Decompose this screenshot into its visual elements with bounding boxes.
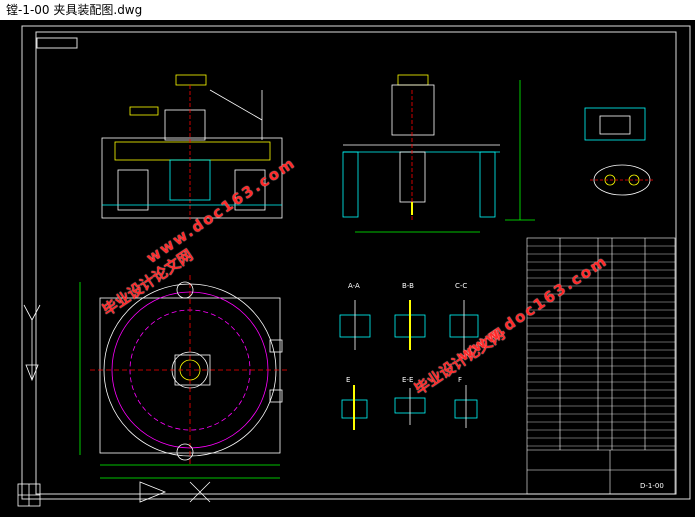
window-titlebar: 镗-1-00 夹具装配图.dwg <box>0 0 695 20</box>
section-label-e: E <box>346 376 350 384</box>
cad-drawing-canvas[interactable]: A-A B-B C-C E E-E F D-1-00 毕业设计论文网 www.d… <box>0 20 695 517</box>
section-label-f: F <box>458 376 462 384</box>
window-title: 镗-1-00 夹具装配图.dwg <box>6 3 143 17</box>
ucs-icon <box>17 304 211 507</box>
front-view <box>101 74 283 220</box>
side-view <box>342 74 535 233</box>
inner-border <box>35 31 677 495</box>
section-label-a: A-A <box>348 282 360 290</box>
section-label-c: C-C <box>455 282 467 290</box>
title-block-code: D-1-00 <box>640 482 664 490</box>
parts-list-rows <box>527 245 675 447</box>
detail-view <box>584 107 655 196</box>
code-box <box>36 37 78 49</box>
section-label-b: B-B <box>402 282 414 290</box>
